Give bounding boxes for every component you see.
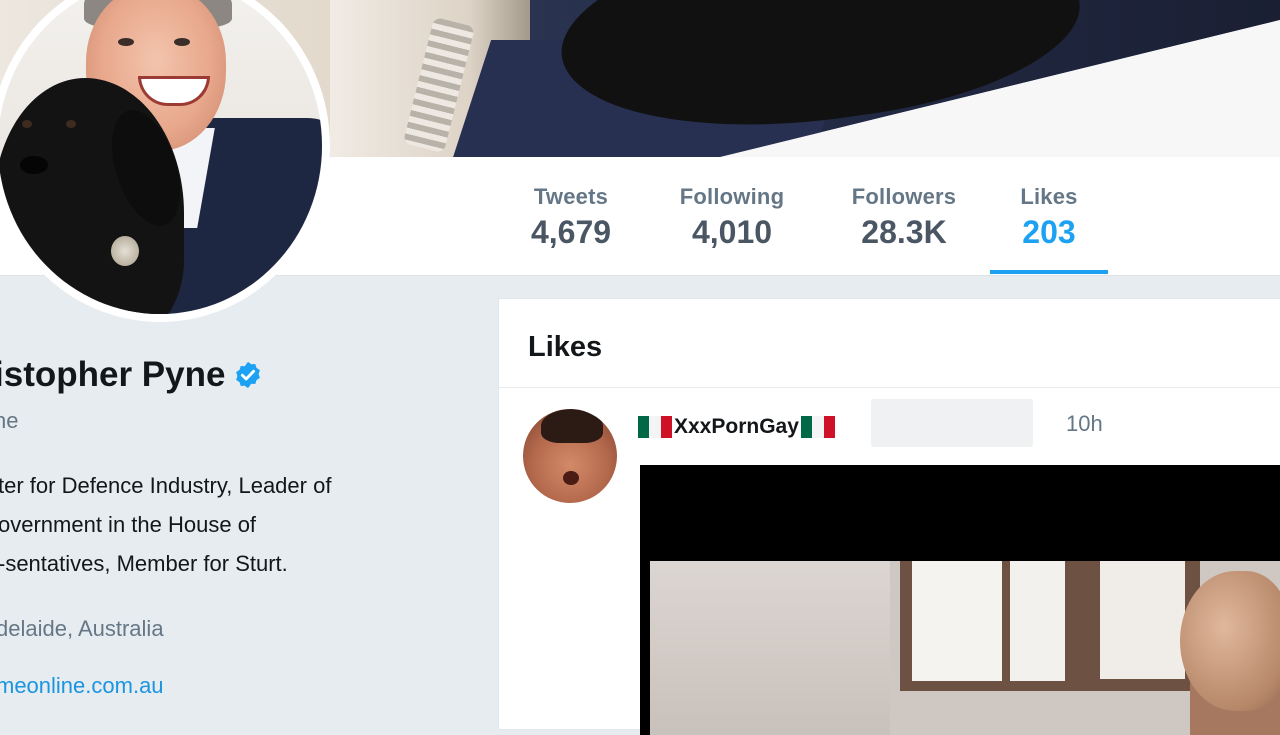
- tweet-author-avatar[interactable]: [523, 409, 617, 503]
- profile-name-text: istopher Pyne: [0, 355, 226, 394]
- profile-bio: ter for Defence Industry, Leader of over…: [0, 466, 468, 583]
- tweet-timestamp[interactable]: 10h: [1066, 411, 1103, 437]
- profile-handle: ne: [0, 408, 19, 433]
- followers-count: 28.3K: [861, 214, 947, 250]
- bio-line: ter for Defence Industry, Leader of: [0, 473, 332, 498]
- tweet-author-name[interactable]: XxxPornGay: [674, 415, 799, 439]
- mexico-flag-icon: [800, 416, 835, 438]
- following-count: 4,010: [691, 214, 773, 250]
- active-tab-indicator: [990, 270, 1108, 274]
- avatar-photo: [0, 0, 322, 314]
- tab-likes[interactable]: Likes 203: [1010, 184, 1088, 251]
- tab-tweets[interactable]: Tweets 4,679: [525, 184, 617, 251]
- feed-title: Likes: [528, 331, 603, 363]
- verified-badge-icon: [233, 359, 263, 389]
- likes-label: Likes: [1020, 184, 1078, 209]
- likes-feed: Likes XxxPornGay 10h: [498, 298, 1280, 735]
- followers-label: Followers: [851, 184, 957, 209]
- tweets-label: Tweets: [533, 184, 609, 209]
- feed-divider: [499, 387, 1280, 388]
- mexico-flag-icon: [638, 416, 672, 438]
- profile-avatar[interactable]: [0, 0, 330, 322]
- bio-line: -sentatives, Member for Sturt.: [0, 551, 288, 576]
- likes-count: 203: [1022, 214, 1076, 250]
- media-image: [650, 561, 1280, 735]
- tweet-header: XxxPornGay: [638, 409, 835, 445]
- following-label: Following: [679, 184, 785, 209]
- profile-name: istopher Pyne: [0, 355, 263, 395]
- bio-line: overnment in the House of: [0, 512, 257, 537]
- tab-following[interactable]: Following 4,010: [673, 184, 791, 251]
- tweet-media[interactable]: [640, 465, 1280, 735]
- redacted-handle: [871, 399, 1033, 447]
- tweets-count: 4,679: [530, 214, 612, 250]
- tab-followers[interactable]: Followers 28.3K: [846, 184, 962, 251]
- profile-location: delaide, Australia: [0, 616, 164, 641]
- profile-website-link[interactable]: meonline.com.au: [0, 673, 164, 699]
